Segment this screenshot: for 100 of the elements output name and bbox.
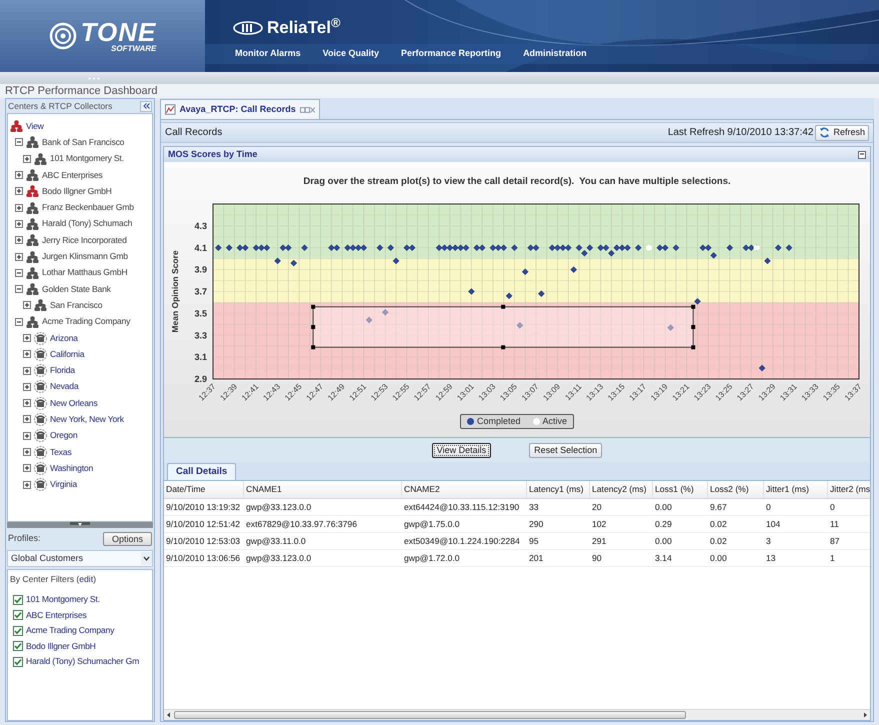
checkbox[interactable]	[13, 641, 23, 652]
tree-item[interactable]: California	[50, 348, 84, 361]
collapse-icon[interactable]	[15, 285, 23, 294]
data-point	[521, 268, 528, 276]
minimize-icon[interactable]	[858, 150, 866, 158]
filter-label: 101 Montgomery St.	[26, 593, 100, 606]
expand-icon[interactable]	[23, 415, 31, 424]
horizontal-scrollbar[interactable]	[164, 709, 870, 720]
expand-icon[interactable]	[15, 187, 23, 196]
expand-icon[interactable]	[23, 366, 31, 375]
expand-icon[interactable]	[23, 464, 31, 472]
tree-item[interactable]: ABC Enterprises	[42, 168, 103, 182]
tree-item[interactable]: Golden State Bank	[42, 282, 111, 296]
collapse-icon[interactable]	[15, 268, 23, 277]
tree-item[interactable]: Lothar Matthaus GmbH	[42, 266, 128, 280]
table-cell-text: 87	[829, 534, 841, 548]
tree-item[interactable]: New Orleans	[50, 396, 98, 410]
tree-item[interactable]: San Francisco	[50, 298, 102, 312]
data-point	[274, 258, 280, 264]
tree-item[interactable]: Bank of San Francisco	[42, 136, 124, 149]
collapse-button[interactable]	[140, 100, 152, 112]
action-button[interactable]: View Details	[432, 442, 492, 458]
column-header[interactable]: Loss2 (%)	[708, 481, 764, 498]
checkbox[interactable]	[13, 594, 23, 605]
tree-item[interactable]: Florida	[50, 364, 75, 378]
tree-item[interactable]: 101 Montgomery St.	[50, 152, 124, 166]
y-tick-label: 3.9	[194, 264, 206, 275]
tree-item[interactable]: Franz Beckenbauer Gmb	[42, 201, 134, 214]
nav-link[interactable]: Performance Reporting	[401, 46, 502, 64]
expand-icon[interactable]	[23, 382, 31, 391]
tree-item[interactable]: Arizona	[50, 332, 78, 344]
column-header[interactable]: Latency1 (ms)	[527, 481, 590, 498]
column-header[interactable]: Latency2 (ms)	[590, 481, 653, 498]
edit-link[interactable]: edit	[79, 574, 94, 584]
scrollbar-thumb[interactable]	[174, 711, 686, 719]
legend-label[interactable]: Completed	[476, 415, 520, 428]
filter-label: ABC Enterprises	[26, 608, 87, 622]
details-tab[interactable]: Call Details	[167, 463, 236, 480]
tab-label: Avaya_RTCP: Call Records	[180, 102, 296, 116]
expand-icon[interactable]	[15, 252, 23, 261]
tree-item[interactable]: Jurgen Klinsmann Gmb	[42, 250, 128, 263]
column-header[interactable]: Jitter1 (ms)	[764, 481, 828, 498]
expand-icon[interactable]	[23, 154, 31, 163]
table-cell-text: 9/10/2010 13:06:56	[165, 552, 242, 565]
product-name: ReliaTel$^{®}$	[267, 15, 340, 40]
tree-item[interactable]: New York, New York	[50, 413, 124, 426]
expand-icon[interactable]	[23, 480, 31, 489]
expand-icon[interactable]	[15, 236, 23, 244]
tree-item[interactable]: Washington	[50, 462, 94, 475]
expand-icon[interactable]	[15, 171, 23, 180]
selection-box[interactable]	[310, 305, 695, 350]
column-header[interactable]: CNAME1	[244, 481, 402, 498]
data-point	[510, 244, 518, 252]
tree-item[interactable]: Bodo Illgner GmbH	[42, 184, 112, 198]
filter-label: Acme Trading Company	[26, 624, 114, 638]
action-button[interactable]: Reset Selection	[529, 442, 602, 458]
collapse-icon[interactable]	[15, 318, 23, 326]
options-button[interactable]: Options	[102, 532, 152, 546]
expand-icon[interactable]	[23, 301, 31, 310]
table-cell-text: 0.02	[709, 534, 728, 548]
expand-icon[interactable]	[23, 350, 31, 358]
column-header[interactable]: Date/Time	[164, 481, 244, 498]
tree-item[interactable]: Acme Trading Company	[42, 315, 130, 328]
column-header[interactable]: Jitter2 (ms	[828, 481, 870, 498]
chart-instruction: Drag over the stream plot(s) to view the call detail record(s). You can have multiple selections.	[303, 175, 731, 189]
tree-item[interactable]: Jerry Rice Incorporated	[42, 234, 127, 247]
tree-item[interactable]: Nevada	[50, 380, 78, 394]
data-point	[516, 322, 523, 329]
data-point	[694, 298, 700, 305]
expand-icon[interactable]	[23, 334, 31, 342]
data-point	[382, 309, 388, 316]
tree-item[interactable]: Texas	[50, 446, 72, 459]
checkbox[interactable]	[13, 610, 23, 620]
profile-select[interactable]: Global Customers	[7, 550, 153, 567]
tree-item[interactable]: Virginia	[50, 478, 77, 492]
table-cell-text: gwp@1.72.0.0	[403, 552, 461, 565]
checkbox[interactable]	[13, 626, 23, 636]
data-point	[538, 290, 544, 298]
document-tab[interactable]: Avaya_RTCP: Call Records	[160, 99, 320, 119]
nav-link[interactable]: Voice Quality	[322, 46, 380, 64]
collapse-icon[interactable]	[15, 138, 23, 146]
filters-title: By Center Filters (edit)	[10, 573, 97, 586]
tree-item[interactable]: View	[26, 120, 44, 133]
column-header[interactable]: CNAME2	[402, 481, 527, 498]
table-cell-text: ext64424@10.33.115.12:3190	[403, 500, 520, 514]
window-controls-icon[interactable]	[300, 106, 315, 112]
column-header[interactable]: Loss1 (%)	[653, 481, 708, 498]
expand-icon[interactable]	[23, 399, 31, 408]
tree-item[interactable]: Oregon	[50, 429, 78, 442]
expand-icon[interactable]	[15, 220, 23, 228]
expand-icon[interactable]	[15, 204, 23, 212]
expand-icon[interactable]	[23, 432, 31, 440]
data-point	[468, 288, 474, 295]
legend-label[interactable]: Active	[542, 415, 568, 428]
nav-link[interactable]: Administration	[523, 46, 587, 64]
refresh-button[interactable]: Refresh	[815, 124, 869, 140]
nav-link[interactable]: Monitor Alarms	[235, 46, 301, 64]
checkbox[interactable]	[13, 656, 23, 667]
tree-item[interactable]: Harald (Tony) Schumach	[42, 217, 132, 230]
expand-icon[interactable]	[23, 448, 31, 456]
